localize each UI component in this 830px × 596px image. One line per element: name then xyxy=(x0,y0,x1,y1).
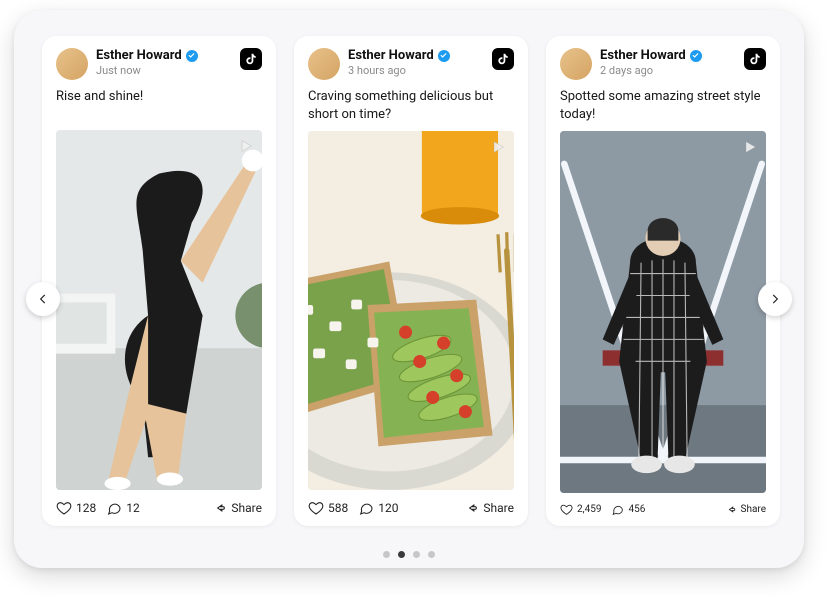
comment-icon xyxy=(358,500,374,516)
tiktok-icon xyxy=(496,52,510,66)
avatar[interactable] xyxy=(560,48,592,80)
like-button[interactable]: 2,459 xyxy=(560,503,601,516)
platform-badge xyxy=(744,48,766,70)
carousel-dot[interactable] xyxy=(383,551,390,558)
comment-button[interactable]: 12 xyxy=(106,500,140,516)
post-caption: Spotted some amazing street style today! xyxy=(560,88,766,123)
play-icon xyxy=(740,137,760,157)
post-media[interactable] xyxy=(560,131,766,493)
carousel-frame: Esther Howard Just now Rise and shine! xyxy=(14,10,804,568)
like-button[interactable]: 128 xyxy=(56,500,96,516)
post-header: Esther Howard 3 hours ago xyxy=(308,48,514,80)
engagement-bar: 2,459 456 Share xyxy=(560,493,766,516)
play-icon xyxy=(236,136,256,156)
carousel-next-button[interactable] xyxy=(758,282,792,316)
engagement-bar: 588 120 Share xyxy=(308,490,514,516)
verified-badge-icon xyxy=(690,50,702,62)
comment-button[interactable]: 120 xyxy=(358,500,398,516)
post-media[interactable] xyxy=(56,130,262,490)
chevron-left-icon xyxy=(36,292,50,306)
comment-button[interactable]: 456 xyxy=(611,503,645,516)
post-caption: Craving something delicious but short on… xyxy=(308,88,514,123)
post-time: 3 hours ago xyxy=(348,64,484,77)
heart-icon xyxy=(560,503,573,516)
verified-badge-icon xyxy=(186,50,198,62)
share-button[interactable]: Share xyxy=(463,500,514,516)
share-icon xyxy=(211,500,227,516)
platform-badge xyxy=(240,48,262,70)
comment-count: 456 xyxy=(628,504,645,515)
engagement-bar: 128 12 Share xyxy=(56,490,262,516)
author-name[interactable]: Esther Howard xyxy=(600,48,686,63)
avatar[interactable] xyxy=(56,48,88,80)
share-label: Share xyxy=(741,504,766,515)
carousel-dot[interactable] xyxy=(398,551,405,558)
post-media[interactable] xyxy=(308,131,514,490)
author-block: Esther Howard Just now xyxy=(96,48,232,77)
carousel-dot[interactable] xyxy=(413,551,420,558)
post-header: Esther Howard 2 days ago xyxy=(560,48,766,80)
share-label: Share xyxy=(483,501,514,515)
share-icon xyxy=(463,500,479,516)
comment-icon xyxy=(106,500,122,516)
tiktok-icon xyxy=(244,52,258,66)
media-illustration xyxy=(56,130,262,490)
author-name[interactable]: Esther Howard xyxy=(96,48,182,63)
author-block: Esther Howard 3 hours ago xyxy=(348,48,484,77)
share-button[interactable]: Share xyxy=(211,500,262,516)
share-icon xyxy=(724,503,737,516)
post-card[interactable]: Esther Howard 3 hours ago Craving someth… xyxy=(294,36,528,526)
share-button[interactable]: Share xyxy=(724,503,766,516)
author-name[interactable]: Esther Howard xyxy=(348,48,434,63)
media-illustration xyxy=(308,131,514,490)
carousel-prev-button[interactable] xyxy=(26,282,60,316)
avatar[interactable] xyxy=(308,48,340,80)
comment-icon xyxy=(611,503,624,516)
author-block: Esther Howard 2 days ago xyxy=(600,48,736,77)
post-card[interactable]: Esther Howard Just now Rise and shine! xyxy=(42,36,276,526)
heart-icon xyxy=(308,500,324,516)
post-time: Just now xyxy=(96,64,232,77)
post-card[interactable]: Esther Howard 2 days ago Spotted some am… xyxy=(546,36,780,526)
carousel-dots xyxy=(14,551,804,558)
like-count: 2,459 xyxy=(577,504,601,515)
post-time: 2 days ago xyxy=(600,64,736,77)
like-button[interactable]: 588 xyxy=(308,500,348,516)
tiktok-icon xyxy=(748,52,762,66)
like-count: 588 xyxy=(328,501,348,515)
platform-badge xyxy=(492,48,514,70)
comment-count: 12 xyxy=(126,501,140,515)
verified-badge-icon xyxy=(438,50,450,62)
carousel-dot[interactable] xyxy=(428,551,435,558)
post-header: Esther Howard Just now xyxy=(56,48,262,80)
play-icon xyxy=(488,137,508,157)
post-caption: Rise and shine! xyxy=(56,88,262,122)
media-illustration xyxy=(560,131,766,493)
heart-icon xyxy=(56,500,72,516)
comment-count: 120 xyxy=(378,501,398,515)
chevron-right-icon xyxy=(768,292,782,306)
like-count: 128 xyxy=(76,501,96,515)
carousel-track: Esther Howard Just now Rise and shine! xyxy=(14,10,804,568)
share-label: Share xyxy=(231,501,262,515)
